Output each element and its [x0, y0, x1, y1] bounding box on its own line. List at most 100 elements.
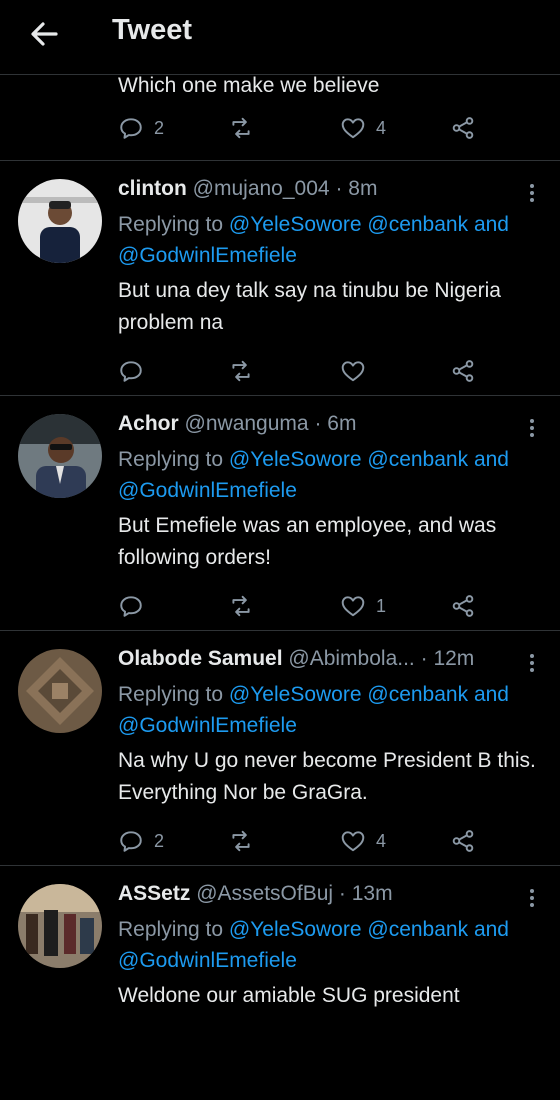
replying-to: Replying to @YeleSowore @cenbank and @Go…: [118, 444, 548, 506]
more-options-button[interactable]: [526, 416, 538, 440]
tweet-header: Olabode Samuel @Abimbola... · 12m: [118, 647, 474, 671]
tweet-text: But una dey talk say na tinubu be Nigeri…: [118, 279, 501, 334]
reply-button[interactable]: 2: [118, 827, 164, 855]
separator-dot: ·: [335, 177, 343, 200]
retweet-button[interactable]: [228, 357, 254, 385]
like-button[interactable]: 1: [340, 592, 386, 620]
reply-button[interactable]: [118, 592, 154, 620]
replying-label: Replying to: [118, 448, 224, 471]
mention-link[interactable]: @GodwinlEmefiele: [118, 714, 297, 737]
more-vertical-icon: [530, 419, 534, 437]
tweet-item[interactable]: ASSetz @AssetsOfBuj · 13m Replying to @Y…: [0, 866, 560, 1100]
avatar[interactable]: [18, 179, 102, 263]
retweet-button[interactable]: [228, 592, 254, 620]
timestamp[interactable]: 13m: [352, 882, 393, 905]
reply-count: 2: [154, 830, 165, 851]
heart-icon: [341, 831, 365, 852]
like-count: 1: [376, 595, 387, 616]
mention-link[interactable]: @YeleSowore: [229, 213, 362, 236]
like-button[interactable]: 4: [340, 114, 386, 142]
replying-label: Replying to: [118, 683, 224, 706]
retweet-button[interactable]: [228, 114, 254, 142]
share-button[interactable]: [450, 114, 476, 142]
mention-link[interactable]: @GodwinlEmefiele: [118, 949, 297, 972]
timestamp[interactable]: 6m: [327, 412, 356, 435]
retweet-icon: [232, 360, 250, 382]
mention-link[interactable]: @cenbank: [367, 213, 468, 236]
more-options-button[interactable]: [526, 181, 538, 205]
back-button[interactable]: [26, 16, 62, 52]
display-name[interactable]: Olabode Samuel: [118, 647, 283, 670]
mention-link[interactable]: @cenbank: [367, 683, 468, 706]
reply-count: 2: [154, 117, 165, 138]
separator-dot: ·: [314, 412, 322, 435]
and-label: and: [473, 683, 509, 706]
share-button[interactable]: [450, 827, 476, 855]
separator-dot: ·: [338, 882, 346, 905]
like-button[interactable]: 4: [340, 827, 386, 855]
more-vertical-icon: [530, 889, 534, 907]
replying-label: Replying to: [118, 213, 224, 236]
mention-link[interactable]: @YeleSowore: [229, 683, 362, 706]
user-handle[interactable]: @Abimbola...: [288, 647, 414, 670]
reply-icon: [120, 118, 142, 139]
avatar[interactable]: [18, 414, 102, 498]
more-options-button[interactable]: [526, 886, 538, 910]
retweet-icon: [232, 830, 250, 852]
mention-link[interactable]: @YeleSowore: [229, 918, 362, 941]
more-options-button[interactable]: [526, 651, 538, 675]
retweet-button[interactable]: [228, 827, 254, 855]
like-count: 4: [376, 830, 387, 851]
tweet-text: Weldone our amiable SUG president: [118, 984, 460, 1007]
more-vertical-icon: [530, 654, 534, 672]
avatar-image: [18, 649, 102, 733]
heart-icon: [341, 118, 365, 139]
and-label: and: [473, 918, 509, 941]
avatar[interactable]: [18, 884, 102, 968]
mention-link[interactable]: @GodwinlEmefiele: [118, 244, 297, 267]
replying-to: Replying to @YeleSowore @cenbank and @Go…: [118, 914, 548, 976]
tweet-item[interactable]: Olabode Samuel @Abimbola... · 12m Replyi…: [0, 631, 560, 866]
user-handle[interactable]: @mujano_004: [193, 177, 330, 200]
reply-button[interactable]: 2: [118, 114, 164, 142]
replying-to: Replying to @YeleSowore @cenbank and @Go…: [118, 679, 548, 741]
arrow-left-icon: [31, 22, 58, 46]
more-vertical-icon: [530, 184, 534, 202]
tweet-actions: 2 4: [118, 827, 488, 855]
timestamp[interactable]: 8m: [348, 177, 377, 200]
partial-tweet[interactable]: Which one make we believe 2 4: [0, 74, 560, 161]
avatar-image: [18, 884, 102, 968]
share-icon: [452, 830, 474, 852]
mention-link[interactable]: @cenbank: [367, 448, 468, 471]
separator-dot: ·: [420, 647, 428, 670]
avatar-image: [18, 414, 102, 498]
reply-icon: [120, 596, 142, 617]
like-count: 4: [376, 117, 387, 138]
reply-button[interactable]: [118, 357, 154, 385]
tweet-item[interactable]: clinton @mujano_004 · 8m Replying to @Ye…: [0, 161, 560, 396]
display-name[interactable]: clinton: [118, 177, 187, 200]
tweet-item[interactable]: Achor @nwanguma · 6m Replying to @YeleSo…: [0, 396, 560, 631]
user-handle[interactable]: @nwanguma: [185, 412, 309, 435]
heart-icon: [341, 596, 365, 617]
replying-label: Replying to: [118, 918, 224, 941]
mention-link[interactable]: @cenbank: [367, 918, 468, 941]
mention-link[interactable]: @GodwinlEmefiele: [118, 479, 297, 502]
tweet-text: But Emefiele was an employee, and was fo…: [118, 514, 497, 569]
display-name[interactable]: Achor: [118, 412, 179, 435]
and-label: and: [473, 448, 509, 471]
tweet-actions: [118, 357, 488, 385]
mention-link[interactable]: @YeleSowore: [229, 448, 362, 471]
display-name[interactable]: ASSetz: [118, 882, 190, 905]
avatar[interactable]: [18, 649, 102, 733]
timestamp[interactable]: 12m: [433, 647, 474, 670]
tweet-text: Na why U go never become President B thi…: [118, 749, 536, 804]
share-button[interactable]: [450, 357, 476, 385]
avatar-image: [18, 179, 102, 263]
like-button[interactable]: [340, 357, 376, 385]
share-icon: [452, 595, 474, 617]
user-handle[interactable]: @AssetsOfBuj: [196, 882, 333, 905]
top-bar: Tweet: [0, 0, 560, 75]
tweet-actions: 2 4: [118, 114, 488, 142]
share-button[interactable]: [450, 592, 476, 620]
